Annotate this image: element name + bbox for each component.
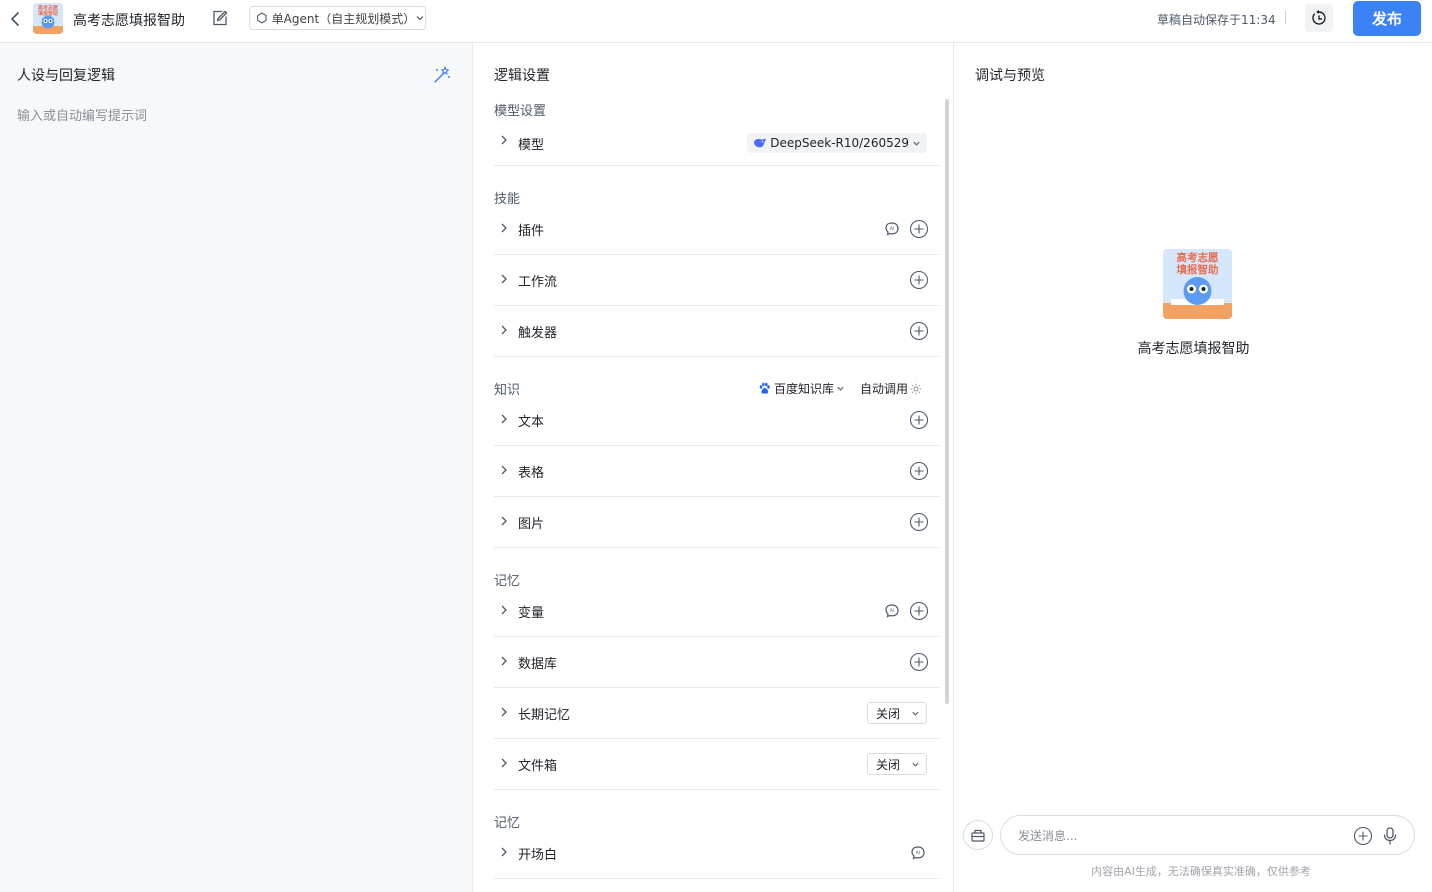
variable-label: 变量 — [518, 606, 545, 621]
chevron-down-icon — [913, 141, 920, 146]
plus-circle-icon[interactable] — [909, 512, 929, 532]
app-name: 高考志愿填报智助 — [73, 13, 185, 29]
persona-title: 人设与回复逻辑 — [17, 68, 115, 84]
opening-label: 开场白 — [518, 848, 558, 863]
chevron-right-icon — [501, 135, 507, 145]
top-bar: 高考志愿 填报智助 高考志愿填报智助 单Agent（自主规划模式） 草稿自动保存… — [0, 0, 1432, 43]
clear-chat-button[interactable] — [963, 820, 993, 850]
long-term-memory-select[interactable]: 关闭 — [867, 702, 927, 724]
chevron-right-icon — [501, 656, 507, 666]
plus-circle-icon[interactable] — [1353, 826, 1373, 846]
memory-row-long-term[interactable]: 长期记忆 关闭 — [494, 688, 939, 739]
svg-text:AI: AI — [890, 608, 894, 614]
persona-panel: 人设与回复逻辑 — [0, 43, 473, 892]
chevron-down-icon — [837, 386, 844, 391]
chevron-right-icon — [501, 605, 507, 615]
chevron-right-icon — [501, 223, 507, 233]
image-label: 图片 — [518, 517, 545, 532]
baidu-paw-icon — [759, 382, 770, 394]
history-button[interactable] — [1305, 4, 1333, 32]
deepseek-icon — [754, 138, 767, 148]
file-box-value: 关闭 — [876, 757, 901, 772]
chevron-right-icon — [501, 465, 507, 475]
ai-generate-icon[interactable]: AI — [883, 602, 901, 620]
chevron-down-icon — [912, 711, 919, 716]
scrollbar[interactable] — [945, 99, 949, 704]
model-row[interactable]: 模型 DeepSeek-R10/260529 — [494, 116, 939, 166]
plus-circle-icon[interactable] — [909, 410, 929, 430]
plugin-label: 插件 — [518, 224, 545, 239]
chevron-down-icon — [416, 16, 424, 21]
model-select[interactable]: DeepSeek-R10/260529 — [747, 133, 927, 153]
plus-circle-icon[interactable] — [909, 461, 929, 481]
preview-panel: 调试与预览 高考志愿 填报智助 高考志愿填报智助 内容由AI生成 — [955, 43, 1432, 892]
gear-icon — [910, 383, 922, 394]
file-box-select[interactable]: 关闭 — [867, 753, 927, 775]
trigger-label: 触发器 — [518, 326, 558, 341]
logic-settings-title: 逻辑设置 — [494, 68, 550, 84]
chevron-left-icon[interactable] — [6, 9, 26, 29]
svg-text:高考志愿: 高考志愿 — [1177, 251, 1219, 264]
chevron-right-icon — [501, 325, 507, 335]
text-label: 文本 — [518, 415, 545, 430]
autosave-status: 草稿自动保存于11:34 — [1157, 13, 1276, 27]
knowledge-row-table[interactable]: 表格 — [494, 446, 939, 497]
microphone-icon[interactable] — [1381, 826, 1399, 846]
plus-circle-icon[interactable] — [909, 219, 929, 239]
magic-wand-icon[interactable] — [432, 65, 452, 85]
opening-row[interactable]: 开场白 AI — [494, 828, 939, 879]
prompt-input[interactable] — [17, 105, 457, 875]
message-input[interactable] — [1018, 826, 1338, 846]
plus-circle-icon[interactable] — [909, 652, 929, 672]
svg-text:AI: AI — [890, 226, 894, 232]
agent-mode-label: 单Agent（自主规划模式） — [271, 11, 416, 26]
chevron-right-icon — [501, 516, 507, 526]
app-avatar: 高考志愿 填报智助 — [33, 3, 63, 34]
logic-settings-panel: 逻辑设置 模型设置 模型 DeepSeek-R10/260529 技能 插件 A… — [474, 43, 954, 892]
model-label: 模型 — [518, 138, 545, 153]
knowledge-row-image[interactable]: 图片 — [494, 497, 939, 548]
plus-circle-icon[interactable] — [909, 601, 929, 621]
chevron-right-icon — [501, 707, 507, 717]
clear-chat-icon — [971, 829, 985, 842]
history-icon — [1312, 10, 1326, 25]
knowledge-row-text[interactable]: 文本 — [494, 395, 939, 446]
ai-generate-icon[interactable]: AI — [883, 220, 901, 238]
memory-row-database[interactable]: 数据库 — [494, 637, 939, 688]
database-label: 数据库 — [518, 657, 558, 672]
ai-disclaimer: 内容由AI生成，无法确保真实准确，仅供参考 — [1091, 865, 1311, 878]
divider — [1285, 11, 1286, 24]
chevron-right-icon — [501, 758, 507, 768]
agent-name: 高考志愿填报智助 — [1137, 341, 1250, 357]
publish-button[interactable]: 发布 — [1353, 1, 1421, 36]
memory-row-file-box[interactable]: 文件箱 关闭 — [494, 739, 939, 790]
edit-icon[interactable] — [210, 8, 230, 28]
long-term-memory-value: 关闭 — [876, 706, 901, 721]
preview-title: 调试与预览 — [975, 68, 1045, 84]
svg-text:填报智助: 填报智助 — [38, 10, 58, 17]
ai-generate-icon[interactable]: AI — [909, 844, 927, 862]
chevron-right-icon — [501, 847, 507, 857]
skill-row-plugin[interactable]: 插件 AI — [494, 204, 939, 255]
model-value: DeepSeek-R10/260529 — [770, 136, 909, 150]
message-composer — [1000, 815, 1415, 855]
svg-text:AI: AI — [916, 850, 920, 856]
agent-mode-select[interactable]: 单Agent（自主规划模式） — [249, 6, 426, 30]
skill-row-trigger[interactable]: 触发器 — [494, 306, 939, 357]
plus-circle-icon[interactable] — [909, 321, 929, 341]
file-box-label: 文件箱 — [518, 759, 558, 774]
memory-row-variable[interactable]: 变量 AI — [494, 586, 939, 637]
svg-text:填报智助: 填报智助 — [1177, 263, 1219, 276]
agent-avatar: 高考志愿 填报智助 — [1163, 249, 1232, 319]
long-term-memory-label: 长期记忆 — [518, 708, 571, 723]
hexagon-icon — [257, 12, 267, 24]
plus-circle-icon[interactable] — [909, 270, 929, 290]
chevron-right-icon — [501, 274, 507, 284]
workflow-label: 工作流 — [518, 275, 558, 290]
skill-row-workflow[interactable]: 工作流 — [494, 255, 939, 306]
chevron-down-icon — [912, 762, 919, 767]
chevron-right-icon — [501, 414, 507, 424]
table-label: 表格 — [518, 466, 545, 481]
